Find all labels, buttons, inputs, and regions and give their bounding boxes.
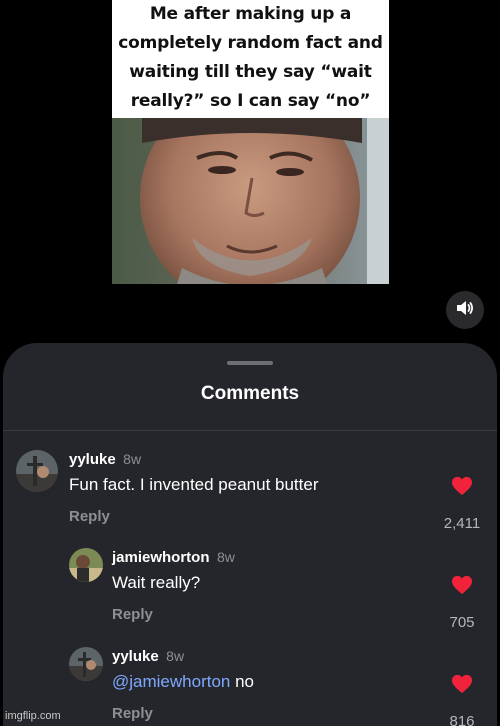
like-count: 2,411: [443, 515, 481, 532]
comment-time: 8w: [216, 549, 235, 565]
comment-time: 8w: [123, 451, 142, 467]
like-button[interactable]: 2,411: [437, 476, 487, 532]
meme-caption-line: Me after making up a: [149, 4, 352, 24]
like-count: 705: [449, 614, 475, 631]
avatar[interactable]: [69, 548, 103, 582]
reply-button[interactable]: Reply: [69, 508, 439, 525]
comment-time: 8w: [166, 648, 185, 664]
comment-username[interactable]: yyluke: [69, 451, 116, 468]
sheet-drag-handle[interactable]: [227, 361, 273, 365]
avatar[interactable]: [69, 647, 103, 681]
heart-icon: [451, 476, 473, 500]
meme-caption-line: completely random fact and: [118, 33, 383, 53]
heart-icon: [451, 674, 473, 698]
comment-text: Wait really?: [112, 573, 201, 592]
heart-icon: [451, 575, 473, 599]
reply-button[interactable]: Reply: [112, 705, 442, 722]
comment-text-body: no: [230, 672, 255, 691]
meme-caption: Me after making up a completely random f…: [112, 0, 389, 118]
comment-username[interactable]: yyluke: [112, 648, 159, 665]
video-player[interactable]: Me after making up a completely random f…: [0, 0, 500, 345]
meme-photo: [112, 118, 389, 284]
watermark: imgflip.com: [5, 710, 61, 722]
like-count: 816: [449, 713, 475, 726]
comment: jamiewhorton 8w Wait really? Reply: [112, 549, 442, 623]
reply-button[interactable]: Reply: [112, 606, 442, 623]
meme-caption-line: really?” so I can say “no”: [130, 91, 371, 111]
comments-title: Comments: [200, 383, 300, 404]
avatar[interactable]: [16, 450, 58, 492]
like-button[interactable]: 705: [437, 575, 487, 631]
like-button[interactable]: 816: [437, 674, 487, 726]
comment-text: Fun fact. I invented peanut butter: [69, 475, 319, 494]
speaker-icon: [456, 300, 474, 321]
comment: yyluke 8w @jamiewhorton no Reply: [112, 648, 442, 722]
divider: [3, 430, 497, 431]
mute-button[interactable]: [446, 291, 484, 329]
meme-image: Me after making up a completely random f…: [112, 0, 389, 284]
comment: yyluke 8w Fun fact. I invented peanut bu…: [69, 451, 439, 525]
comment-text: @jamiewhorton no: [112, 672, 442, 692]
comments-sheet: Comments yyluke 8w Fun fact. I invented …: [3, 343, 497, 726]
mention-link[interactable]: @jamiewhorton: [112, 672, 230, 691]
meme-caption-line: waiting till they say “wait: [129, 62, 372, 82]
comment-username[interactable]: jamiewhorton: [112, 549, 210, 566]
